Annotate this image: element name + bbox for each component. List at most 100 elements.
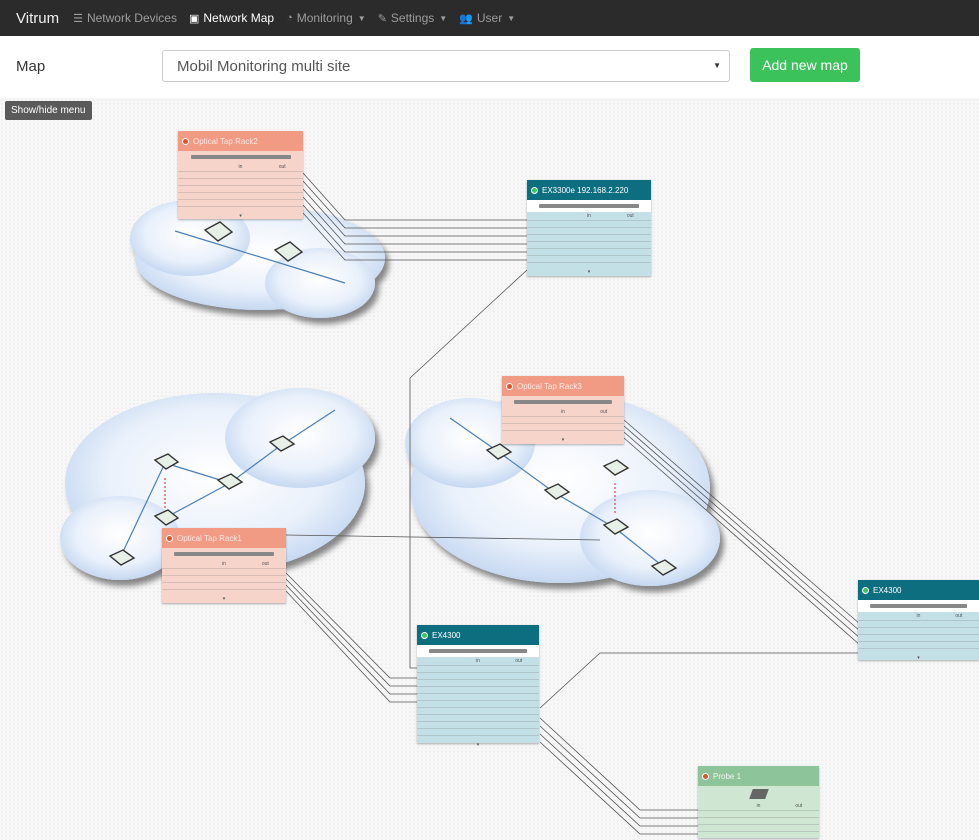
top-navbar: Vitrum ☰ Network Devices ▣ Network Map ◔… — [0, 0, 979, 36]
port-row — [527, 262, 651, 269]
expand-icon[interactable]: ▾ — [178, 213, 303, 219]
show-hide-menu-button[interactable]: Show/hide menu — [5, 101, 92, 120]
brand-logo[interactable]: Vitrum — [16, 10, 59, 27]
device-header: EX4300 — [417, 625, 539, 645]
status-dot — [862, 586, 869, 594]
nav-network-map[interactable]: ▣ Network Map — [189, 11, 274, 25]
device-panel — [417, 645, 539, 657]
device-optical-tap-rack2[interactable]: Optical Tap Rack2 in out ▾ — [178, 131, 303, 219]
port-row — [698, 831, 819, 838]
device-header: EX4300 — [858, 580, 979, 600]
status-dot — [421, 631, 428, 639]
expand-icon[interactable]: ▾ — [417, 742, 539, 748]
device-header: Optical Tap Rack3 — [502, 376, 624, 396]
col-out: out — [515, 658, 523, 664]
port-row — [698, 810, 819, 817]
nav-user[interactable]: 👥 User ▼ — [459, 11, 515, 25]
chevron-down-icon: ▼ — [439, 13, 448, 23]
nav-monitoring[interactable]: ◔ Monitoring ▼ — [286, 11, 366, 25]
col-in: in — [222, 561, 226, 567]
expand-icon[interactable]: ▾ — [502, 437, 624, 443]
device-panel — [178, 151, 303, 163]
device-ex3300e[interactable]: EX3300e 192.168.2.220 in out ▾ — [527, 180, 651, 276]
chevron-down-icon: ▼ — [357, 13, 366, 23]
map-select-value: Mobil Monitoring multi site — [177, 58, 351, 75]
dashboard-icon: ◔ — [286, 12, 293, 24]
device-title: Optical Tap Rack2 — [193, 136, 258, 146]
port-row — [178, 206, 303, 213]
device-title: EX4300 — [432, 630, 461, 640]
device-panel — [698, 786, 819, 802]
port-row — [527, 234, 651, 241]
port-row — [417, 700, 539, 707]
port-row — [162, 582, 286, 589]
chevron-down-icon: ▼ — [713, 61, 721, 70]
chevron-down-icon: ▼ — [507, 13, 516, 23]
nav-label: Network Map — [203, 11, 275, 25]
device-optical-tap-rack3[interactable]: Optical Tap Rack3 in out ▾ — [502, 376, 624, 444]
device-panel — [858, 600, 979, 612]
status-dot — [506, 382, 513, 390]
device-optical-tap-rack1[interactable]: Optical Tap Rack1 in out ▾ — [162, 528, 286, 603]
device-title: Optical Tap Rack3 — [517, 381, 582, 391]
port-row — [527, 255, 651, 262]
map-toolbar: Map Mobil Monitoring multi site ▼ Add ne… — [0, 36, 979, 98]
nav-label: User — [476, 11, 503, 25]
users-icon: 👥 — [459, 12, 473, 25]
device-columns: in out — [858, 612, 979, 620]
port-row — [527, 220, 651, 227]
device-columns: in out — [698, 802, 819, 810]
expand-icon[interactable]: ▾ — [162, 596, 286, 602]
device-ex4300-center[interactable]: EX4300 in out ▾ — [417, 625, 539, 748]
nav-label: Network Devices — [86, 11, 177, 25]
col-out: out — [795, 803, 803, 809]
nav-settings[interactable]: ✎ Settings ▼ — [378, 11, 448, 25]
device-columns: in out — [178, 163, 303, 171]
status-dot — [531, 186, 538, 194]
nav-label: Settings — [390, 11, 435, 25]
device-panel — [162, 548, 286, 560]
col-out: out — [955, 613, 963, 619]
port-row — [527, 241, 651, 248]
port-row — [417, 721, 539, 728]
port-row — [417, 665, 539, 672]
add-new-map-button[interactable]: Add new map — [750, 48, 860, 82]
port-row — [162, 568, 286, 575]
device-header: Optical Tap Rack2 — [178, 131, 303, 151]
port-row — [178, 178, 303, 185]
map-select[interactable]: Mobil Monitoring multi site ▼ — [162, 50, 730, 82]
status-dot — [166, 534, 173, 542]
device-ex4300-right[interactable]: EX4300 in out ▾ — [858, 580, 979, 661]
port-row — [858, 634, 979, 641]
port-row — [162, 575, 286, 582]
device-probe-1[interactable]: Probe 1 in out — [698, 766, 819, 838]
device-title: EX4300 — [873, 585, 902, 595]
status-dot — [182, 137, 189, 145]
col-in: in — [561, 409, 565, 415]
network-map-canvas[interactable]: Show/hide menu Optical Tap Rack2 in out ▾… — [0, 98, 979, 840]
probe-device-icon — [748, 789, 769, 799]
col-in: in — [916, 613, 921, 619]
col-out: out — [600, 409, 608, 415]
list-icon: ☰ — [73, 12, 83, 25]
expand-icon[interactable]: ▾ — [527, 269, 651, 275]
col-out: out — [626, 213, 634, 219]
expand-icon[interactable]: ▾ — [858, 655, 979, 661]
nav-network-devices[interactable]: ☰ Network Devices — [73, 11, 177, 25]
port-row — [417, 672, 539, 679]
port-row — [858, 627, 979, 634]
device-header: EX3300e 192.168.2.220 — [527, 180, 651, 200]
port-row — [178, 185, 303, 192]
port-row — [162, 589, 286, 596]
nav-label: Monitoring — [296, 11, 353, 25]
port-row — [417, 714, 539, 721]
port-row — [502, 430, 624, 437]
port-row — [502, 416, 624, 423]
col-out: out — [278, 164, 286, 170]
device-columns: in out — [502, 408, 624, 416]
device-columns: in out — [162, 560, 286, 568]
col-in: in — [238, 164, 243, 170]
device-header: Optical Tap Rack1 — [162, 528, 286, 548]
map-label: Map — [16, 58, 46, 75]
port-row — [178, 192, 303, 199]
